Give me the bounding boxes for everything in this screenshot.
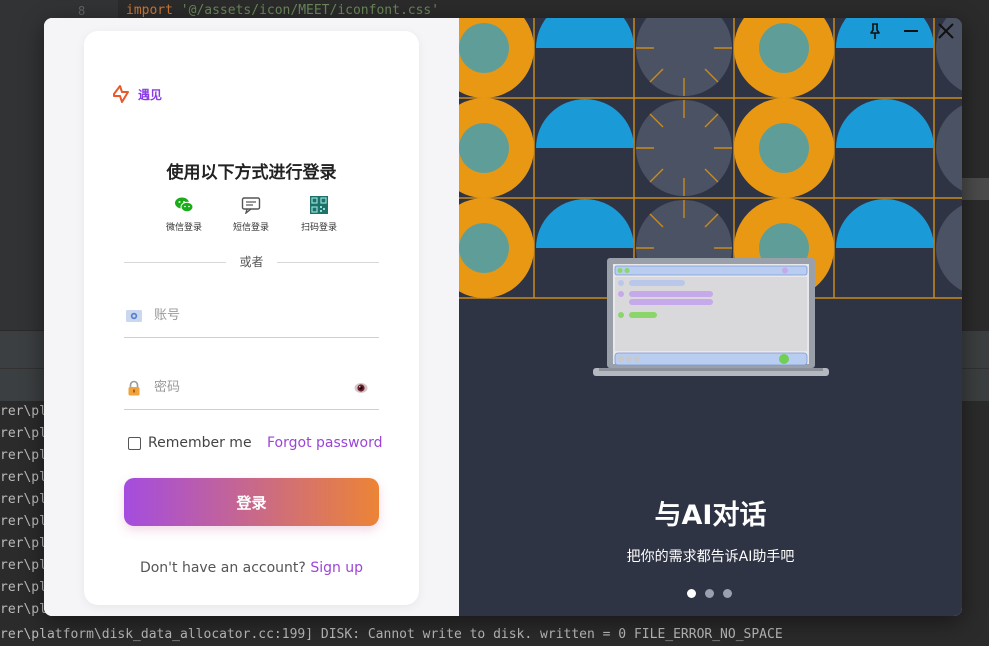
console-line: rer\pl (0, 426, 47, 441)
laptop-illustration (593, 258, 829, 376)
password-field (124, 364, 379, 410)
console-line: rer\pl (0, 448, 47, 463)
console-line: rer\pl (0, 492, 47, 507)
code-line: import '@/assets/icon/MEET/iconfont.css' (126, 3, 439, 18)
code-keyword: import (126, 3, 173, 18)
ide-scrollbar[interactable] (962, 178, 989, 200)
brand: 遇见 (110, 83, 162, 105)
carousel-dot[interactable] (687, 589, 696, 598)
remember-label: Remember me (148, 435, 252, 451)
console-line: rer\pl (0, 558, 47, 573)
remember-me[interactable]: Remember me (128, 435, 252, 451)
divider-text: 或者 (239, 255, 264, 269)
close-icon[interactable] (935, 20, 957, 42)
qr-login-label: 扫码登录 (300, 223, 337, 233)
account-input[interactable] (154, 302, 344, 328)
eye-icon[interactable] (353, 381, 369, 395)
forgot-password-link[interactable]: Forgot password (267, 435, 383, 451)
carousel-dots (687, 589, 732, 598)
login-button[interactable]: 登录 (124, 478, 379, 526)
login-title: 使用以下方式进行登录 (166, 163, 337, 183)
console-line: rer\pl (0, 536, 47, 551)
signup-link[interactable]: Sign up (310, 560, 363, 576)
account-card-icon (126, 310, 142, 322)
qr-code-icon (310, 196, 328, 214)
console-line: rer\pl (0, 470, 47, 485)
console-line: rer\pl (0, 404, 47, 419)
brand-logo-icon (113, 85, 129, 103)
console-line: rer\pl (0, 580, 47, 595)
lock-icon (128, 380, 140, 396)
console-line: rer\pl (0, 602, 47, 617)
line-number: 8 (78, 4, 86, 18)
carousel-pane: 与AI对话 把你的需求都告诉AI助手吧 (459, 18, 962, 616)
account-field (124, 292, 379, 338)
signup-prompt: Don't have an account? (139, 560, 306, 576)
login-dialog: 遇见 使用以下方式进行登录 微信登录 短信登录 扫码登录 或者 账号 Remem… (44, 18, 962, 616)
signup-row: Don't have an account? Sign up (84, 560, 419, 576)
code-string: '@/assets/icon/MEET/iconfont.css' (180, 3, 440, 18)
login-pane: 遇见 使用以下方式进行登录 微信登录 短信登录 扫码登录 或者 账号 Remem… (44, 18, 459, 616)
slide-title: 与AI对话 (654, 500, 767, 531)
sms-icon (241, 197, 261, 214)
carousel-dot[interactable] (723, 589, 732, 598)
password-input[interactable] (154, 374, 344, 400)
login-card: 遇见 使用以下方式进行登录 微信登录 短信登录 扫码登录 或者 账号 Remem… (84, 31, 419, 605)
brand-name: 遇见 (138, 87, 163, 102)
pin-icon[interactable] (864, 20, 886, 42)
qr-login-button[interactable]: 扫码登录 (279, 196, 359, 233)
console-line: rer\platform\disk_data_allocator.cc:199]… (0, 627, 783, 642)
slide-subtitle: 把你的需求都告诉AI助手吧 (626, 549, 795, 565)
or-divider: 或者 (124, 253, 379, 271)
minimize-icon[interactable] (900, 20, 922, 42)
console-line: rer\pl (0, 514, 47, 529)
carousel-dot[interactable] (705, 589, 714, 598)
remember-checkbox[interactable] (128, 436, 141, 450)
wechat-icon (175, 197, 194, 213)
